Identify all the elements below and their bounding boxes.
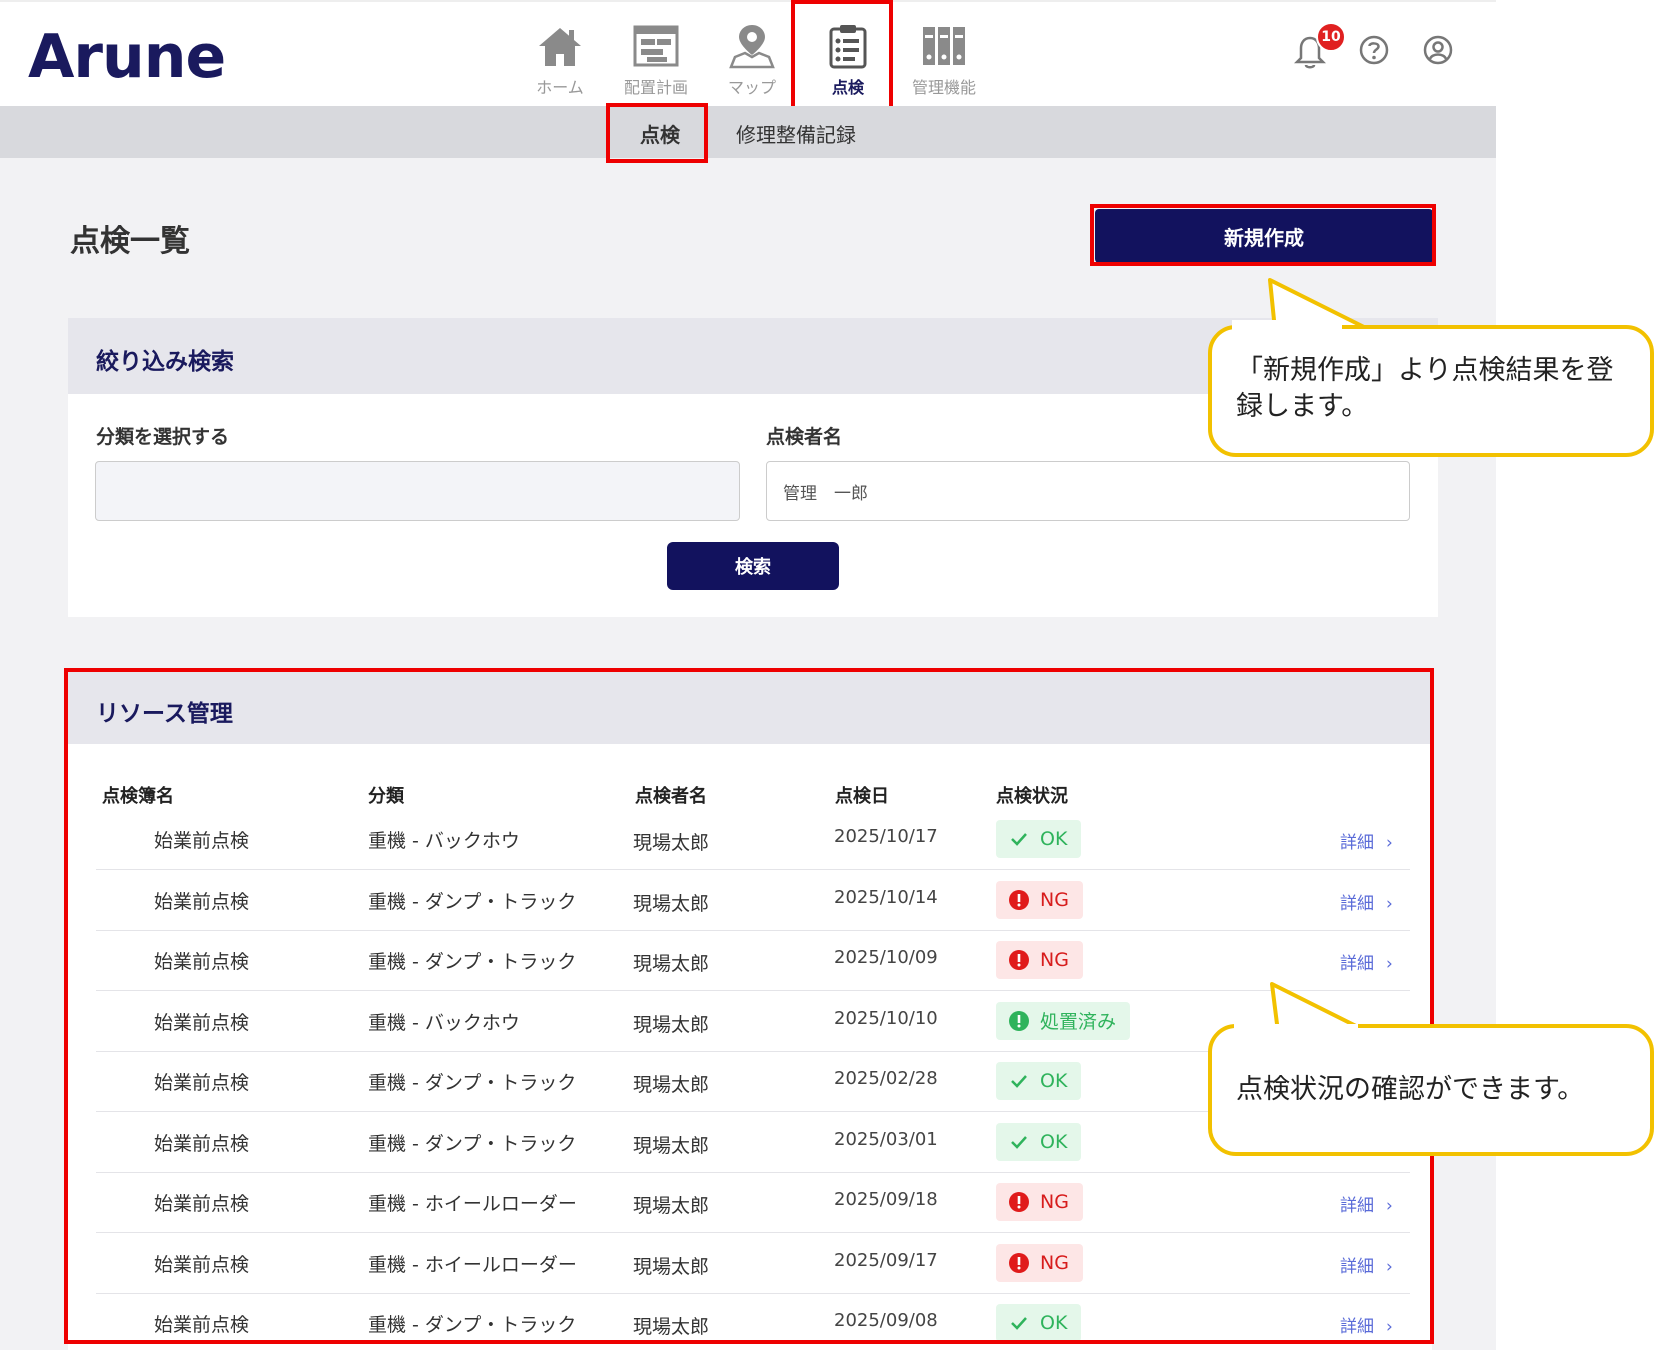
sub-nav: 点検 修理整備記録 (0, 106, 1496, 158)
nav-highlight-box (791, 0, 893, 111)
layout-plan-icon (631, 22, 681, 70)
help-icon (1359, 35, 1389, 65)
callout-pointer-1-cover (1232, 320, 1342, 330)
page-title: 点検一覧 (70, 224, 190, 259)
nav-item-home[interactable]: ホーム (512, 2, 608, 108)
subnav-highlight-box (606, 103, 708, 163)
callout-new-entry: 「新規作成」より点検結果を登録します。 (1208, 325, 1654, 457)
account-button[interactable] (1422, 34, 1458, 70)
nav-item-layout-plan[interactable]: 配置計画 (608, 2, 704, 108)
callout-pointer-2-cover (1234, 1024, 1358, 1036)
binders-icon (919, 22, 969, 70)
header-actions: 10 (1293, 22, 1458, 70)
inspector-input[interactable] (766, 461, 1410, 521)
search-button[interactable]: 検索 (667, 542, 839, 590)
inspector-label: 点検者名 (766, 426, 843, 448)
top-header: Arune ホーム 配置計画 マップ 点検 管理機能 10 (0, 0, 1496, 106)
help-button[interactable] (1358, 34, 1394, 70)
new-button-highlight-box (1090, 204, 1436, 266)
home-icon (535, 22, 585, 70)
notification-badge: 10 (1316, 22, 1346, 52)
nav-item-map[interactable]: マップ (704, 2, 800, 108)
nav-label-admin: 管理機能 (911, 78, 976, 97)
user-icon (1423, 35, 1453, 65)
tab-repair-records[interactable]: 修理整備記録 (736, 119, 856, 148)
nav-label-layout-plan: 配置計画 (623, 78, 688, 97)
main-nav: ホーム 配置計画 マップ 点検 管理機能 (512, 2, 992, 108)
category-select[interactable] (95, 461, 740, 521)
nav-label-home: ホーム (536, 78, 584, 97)
map-pin-icon (727, 22, 777, 70)
notification-button[interactable]: 10 (1293, 22, 1346, 70)
nav-label-map: マップ (727, 78, 776, 97)
logo: Arune (28, 22, 226, 92)
nav-item-admin[interactable]: 管理機能 (896, 2, 992, 108)
category-label: 分類を選択する (96, 426, 230, 448)
resource-highlight-box (64, 668, 1434, 1344)
callout-status-check: 点検状況の確認ができます。 (1208, 1024, 1654, 1156)
